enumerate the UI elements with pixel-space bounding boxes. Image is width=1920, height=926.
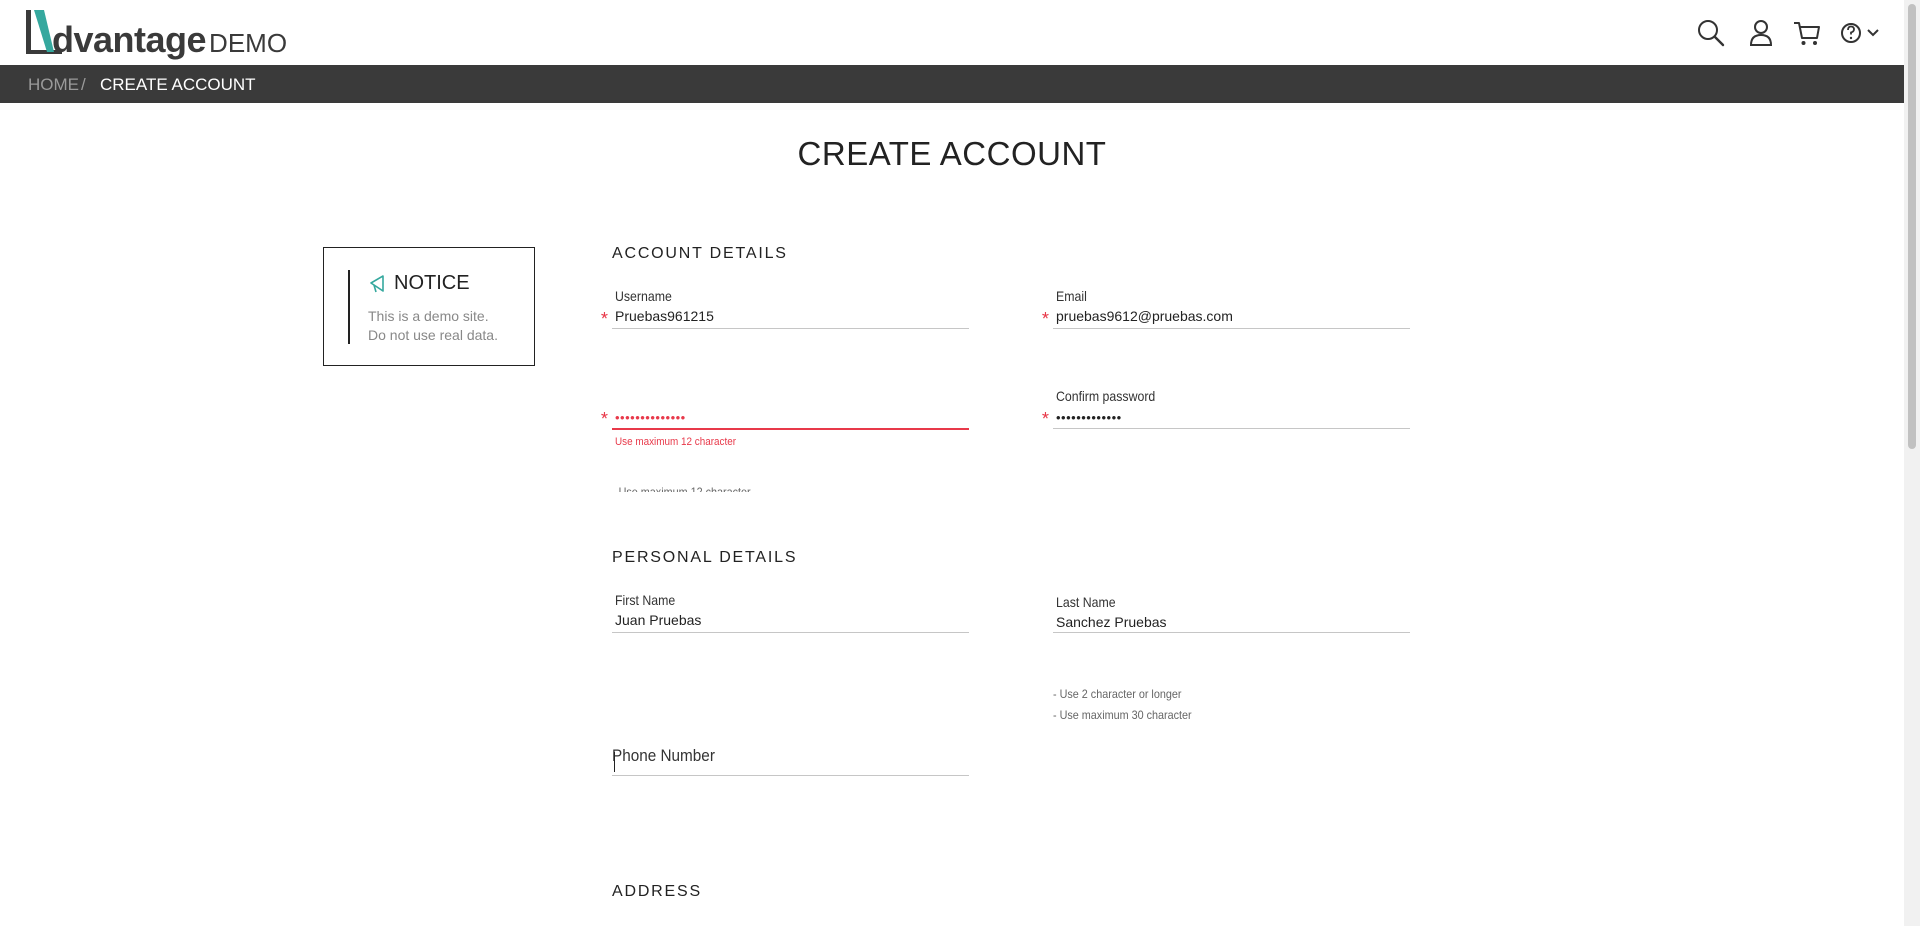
email-field[interactable]: Email * pruebas9612@pruebas.com — [1042, 288, 1410, 332]
first-name-underline — [612, 632, 969, 633]
last-name-label: Last Name — [1056, 594, 1116, 610]
phone-number-label: Phone Number — [612, 746, 715, 765]
breadcrumb-separator: / — [81, 75, 86, 94]
personal-details-heading: PERSONAL DETAILS — [612, 549, 798, 566]
required-marker: * — [1042, 408, 1049, 427]
notice-line-1: This is a demo site. — [368, 308, 489, 324]
last-name-hint-1: - Use 2 character or longer — [1053, 687, 1182, 701]
email-underline — [1053, 328, 1410, 329]
confirm-password-field[interactable]: Confirm password * ••••••••••••• — [1042, 388, 1410, 432]
breadcrumb-current: CREATE ACCOUNT — [100, 75, 256, 94]
page-title: CREATE ACCOUNT — [797, 135, 1107, 172]
last-name-hint-2: - Use maximum 30 character — [1053, 708, 1192, 722]
cart-icon[interactable] — [1792, 18, 1822, 48]
password-hint: - Use maximum 12 character — [612, 485, 751, 492]
confirm-password-label: Confirm password — [1056, 388, 1156, 404]
text-caret — [614, 752, 615, 772]
required-marker: * — [601, 408, 608, 427]
chevron-down-icon[interactable] — [1866, 18, 1880, 48]
confirm-password-input[interactable]: ••••••••••••• — [1056, 410, 1122, 425]
email-label: Email — [1056, 288, 1087, 304]
username-underline — [612, 328, 969, 329]
account-details-heading: ACCOUNT DETAILS — [612, 245, 788, 262]
notice-divider — [348, 270, 350, 344]
last-name-underline — [1053, 632, 1410, 633]
username-label: Username — [615, 288, 672, 304]
first-name-label: First Name — [615, 592, 676, 608]
notice-line-2: Do not use real data. — [368, 327, 498, 343]
address-heading: ADDRESS — [612, 883, 702, 900]
help-icon[interactable] — [1840, 18, 1862, 48]
scrollbar-thumb[interactable] — [1908, 4, 1916, 449]
last-name-input[interactable]: Sanchez Pruebas — [1056, 614, 1167, 630]
megaphone-icon — [370, 275, 384, 293]
password-field[interactable]: * •••••••••••••• — [601, 388, 969, 432]
first-name-input[interactable]: Juan Pruebas — [615, 612, 701, 628]
notice-title: NOTICE — [394, 272, 470, 294]
password-underline — [612, 428, 969, 430]
username-field[interactable]: Username * Pruebas961215 — [601, 288, 969, 332]
username-input[interactable]: Pruebas961215 — [615, 308, 714, 324]
password-error-message: Use maximum 12 character — [615, 436, 737, 448]
logo-suffix: DEMO — [209, 28, 288, 58]
search-icon[interactable] — [1696, 18, 1726, 48]
breadcrumb-home-link[interactable]: HOME — [28, 75, 79, 95]
password-input[interactable]: •••••••••••••• — [615, 410, 686, 425]
phone-number-input[interactable] — [612, 775, 969, 776]
confirm-password-underline — [1053, 428, 1410, 429]
notice-box: NOTICE This is a demo site. Do not use r… — [323, 247, 535, 366]
user-icon[interactable] — [1746, 18, 1776, 48]
logo-brand: dvantage — [52, 19, 207, 60]
breadcrumb: HOME / CREATE ACCOUNT — [0, 65, 1904, 103]
required-marker: * — [601, 308, 608, 327]
site-header: dvantage DEMO — [0, 0, 1904, 65]
first-name-field[interactable]: First Name Juan Pruebas — [612, 592, 969, 636]
last-name-field[interactable]: Last Name Sanchez Pruebas — [1053, 594, 1410, 638]
logo-text: dvantage DEMO — [52, 19, 287, 61]
required-marker: * — [1042, 308, 1049, 327]
email-input[interactable]: pruebas9612@pruebas.com — [1056, 308, 1233, 324]
